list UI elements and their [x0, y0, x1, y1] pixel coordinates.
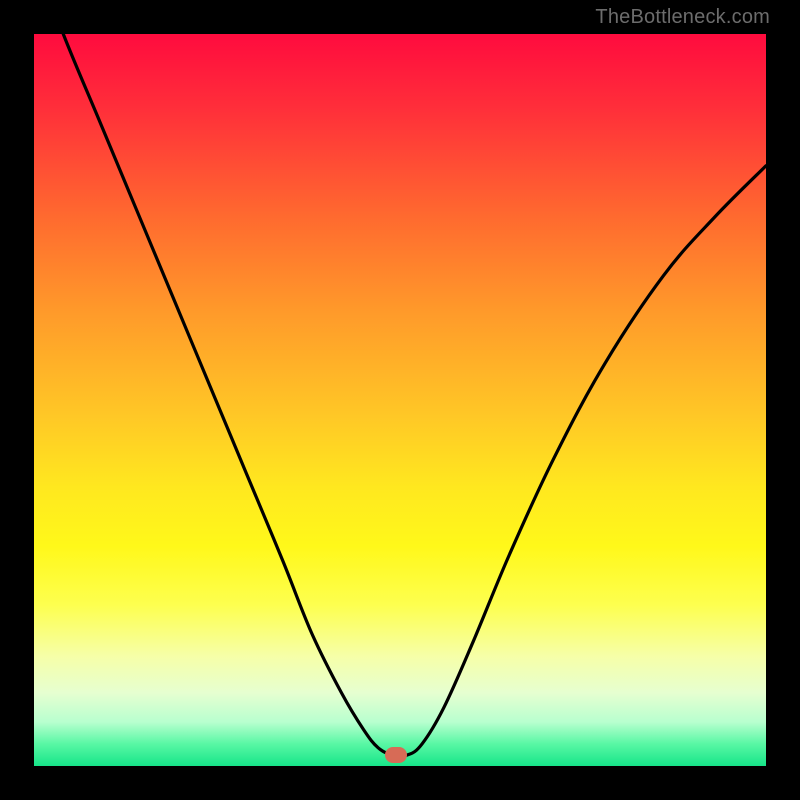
chart-frame: TheBottleneck.com: [0, 0, 800, 800]
minimum-marker: [385, 747, 407, 763]
plot-area: [34, 34, 766, 766]
watermark-text: TheBottleneck.com: [595, 6, 770, 29]
bottleneck-curve: [34, 34, 766, 766]
